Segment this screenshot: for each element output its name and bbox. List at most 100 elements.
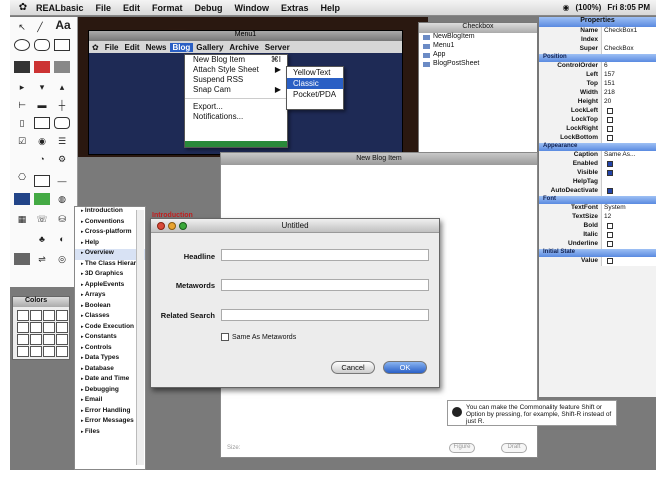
project-window-title[interactable]: Checkbox bbox=[419, 23, 537, 33]
ok-button[interactable]: OK bbox=[383, 361, 427, 374]
topic-item[interactable]: Error Handling bbox=[75, 407, 145, 418]
topic-item[interactable]: Email bbox=[75, 396, 145, 407]
property-checkbox[interactable] bbox=[607, 170, 613, 176]
serial-tool-icon[interactable]: ☏ bbox=[34, 213, 50, 225]
oval-tool-icon[interactable] bbox=[14, 39, 30, 51]
image-well-tool-icon[interactable] bbox=[34, 61, 50, 73]
earth-tool-icon[interactable]: ◎ bbox=[54, 253, 70, 265]
socket-tool-icon[interactable]: ⚙ bbox=[54, 153, 70, 165]
checkbox-tool-icon[interactable]: ☑ bbox=[14, 135, 30, 147]
menu-file[interactable]: File bbox=[90, 3, 118, 13]
color-swatch[interactable] bbox=[17, 310, 29, 321]
topic-item[interactable]: The Class Hierar... bbox=[75, 260, 145, 271]
topic-item[interactable]: Conventions bbox=[75, 218, 145, 229]
htmlviewer-tool-icon[interactable] bbox=[14, 253, 30, 265]
metawords-field[interactable] bbox=[221, 279, 429, 291]
topic-item[interactable]: Boolean bbox=[75, 302, 145, 313]
menu1-news[interactable]: News bbox=[143, 43, 170, 52]
volume-status[interactable]: (100%) bbox=[576, 3, 602, 12]
color-swatch[interactable] bbox=[17, 346, 29, 357]
submenu-item-pocket-pda[interactable]: Pocket/PDA bbox=[287, 89, 343, 100]
topics-scrollbar[interactable] bbox=[136, 210, 144, 465]
menu-format[interactable]: Format bbox=[146, 3, 189, 13]
slider-tool-icon[interactable]: ⊢ bbox=[14, 99, 30, 111]
movie-tool-icon[interactable] bbox=[14, 193, 30, 205]
color-swatch[interactable] bbox=[30, 334, 42, 345]
topic-item[interactable]: Constants bbox=[75, 333, 145, 344]
menu1-file[interactable]: File bbox=[102, 43, 122, 52]
apple-menu-icon[interactable]: ✿ bbox=[16, 2, 30, 14]
menu1-blog[interactable]: Blog bbox=[169, 42, 194, 52]
property-row[interactable]: AutoDeactivate bbox=[539, 187, 656, 196]
topic-item[interactable]: Database bbox=[75, 365, 145, 376]
menu-editor-title[interactable]: Menu1 bbox=[89, 31, 402, 41]
property-row[interactable]: Width 218 bbox=[539, 89, 656, 98]
thread-tool-icon[interactable]: ⇌ bbox=[34, 253, 50, 265]
canvas-tool-icon[interactable] bbox=[14, 61, 30, 73]
new-blog-item-title[interactable]: New Blog Item bbox=[221, 153, 537, 165]
property-checkbox[interactable] bbox=[607, 232, 613, 238]
colors-palette-title[interactable]: Colors bbox=[13, 297, 69, 307]
topic-item[interactable]: Code Execution bbox=[75, 323, 145, 334]
text-tool-icon[interactable]: Aa bbox=[52, 19, 74, 31]
property-row[interactable]: TextSize 12 bbox=[539, 213, 656, 222]
popup-arrow-tool-icon[interactable]: ▾ bbox=[34, 81, 50, 93]
menu1-gallery[interactable]: Gallery bbox=[193, 43, 226, 52]
menu-item-snap-cam[interactable]: Snap Cam ▶ bbox=[185, 85, 287, 95]
topic-item[interactable]: Arrays bbox=[75, 291, 145, 302]
menu1-edit[interactable]: Edit bbox=[121, 43, 142, 52]
property-value[interactable]: System bbox=[601, 204, 656, 213]
property-row[interactable]: Enabled bbox=[539, 160, 656, 169]
color-swatch[interactable] bbox=[43, 310, 55, 321]
menu-edit[interactable]: Edit bbox=[117, 3, 146, 13]
property-row[interactable]: Left 157 bbox=[539, 71, 656, 80]
timer-tool-icon[interactable]: ◔ bbox=[34, 153, 50, 165]
property-row[interactable]: LockTop bbox=[539, 116, 656, 125]
property-section-header[interactable]: Font bbox=[539, 196, 656, 204]
property-value[interactable]: 12 bbox=[601, 213, 656, 222]
property-value[interactable] bbox=[601, 178, 656, 187]
property-section-header[interactable]: Initial State bbox=[539, 249, 656, 257]
arrow-tool-icon[interactable]: ▸ bbox=[14, 81, 30, 93]
property-row[interactable]: Bold bbox=[539, 222, 656, 231]
property-row[interactable]: LockLeft bbox=[539, 107, 656, 116]
property-value[interactable]: CheckBox bbox=[601, 45, 656, 54]
property-checkbox[interactable] bbox=[607, 188, 613, 194]
headline-field[interactable] bbox=[221, 249, 429, 261]
sprite-tool-icon[interactable]: ♣ bbox=[34, 233, 50, 245]
property-value[interactable]: 218 bbox=[601, 89, 656, 98]
property-checkbox[interactable] bbox=[607, 258, 613, 264]
property-row[interactable]: Name CheckBox1 bbox=[539, 27, 656, 36]
apple-glyph-icon[interactable]: ✿ bbox=[89, 43, 102, 52]
disclosure-tool-icon[interactable]: ▴ bbox=[54, 81, 70, 93]
color-swatch[interactable] bbox=[43, 346, 55, 357]
property-value[interactable]: 151 bbox=[601, 80, 656, 89]
property-row[interactable]: ControlOrder 6 bbox=[539, 62, 656, 71]
clock[interactable]: Fri 8:05 PM bbox=[607, 3, 650, 12]
pointer-tool-icon[interactable]: ↖ bbox=[14, 21, 30, 33]
topic-item[interactable]: Cross-platform bbox=[75, 228, 145, 239]
tab-panel-tool-icon[interactable]: ⎔ bbox=[14, 171, 30, 183]
topic-item[interactable]: Files bbox=[75, 428, 145, 439]
draft-button[interactable]: Draft bbox=[501, 443, 527, 453]
project-item[interactable]: Menu1 bbox=[419, 42, 537, 51]
property-value[interactable]: Same As... bbox=[601, 151, 656, 160]
rb3d-tool-icon[interactable]: ◐ bbox=[54, 233, 70, 245]
property-checkbox[interactable] bbox=[607, 241, 613, 247]
color-swatch[interactable] bbox=[30, 310, 42, 321]
topic-item[interactable]: Classes bbox=[75, 312, 145, 323]
bevel-button-tool-icon[interactable] bbox=[54, 117, 70, 129]
property-row[interactable]: Value bbox=[539, 257, 656, 266]
round-rect-tool-icon[interactable] bbox=[34, 39, 50, 51]
menu-item-suspend-rss[interactable]: Suspend RSS bbox=[185, 75, 287, 85]
figure-button[interactable]: Figure bbox=[449, 443, 475, 453]
radio-tool-icon[interactable]: ◉ bbox=[34, 135, 50, 147]
color-swatch[interactable] bbox=[43, 334, 55, 345]
menu-help[interactable]: Help bbox=[315, 3, 347, 13]
color-swatch[interactable] bbox=[30, 346, 42, 357]
zoom-button[interactable] bbox=[179, 222, 187, 230]
close-button[interactable] bbox=[157, 222, 165, 230]
scrollbar-tool-icon[interactable]: ┼ bbox=[54, 99, 70, 111]
cancel-button[interactable]: Cancel bbox=[331, 361, 375, 374]
property-row[interactable]: Index bbox=[539, 36, 656, 45]
